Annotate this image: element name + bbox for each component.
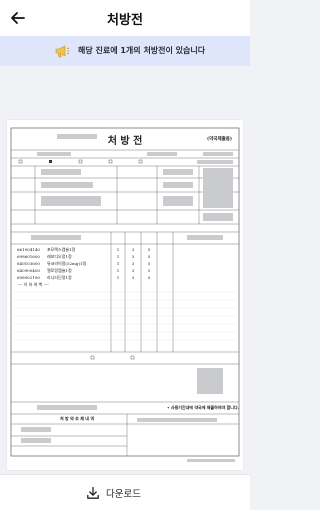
document-title: 처 방 전 (108, 134, 143, 147)
document-note: (약국제출용) (207, 135, 232, 142)
redacted-field (57, 134, 97, 139)
medication-name: 레보디오정1정 (47, 253, 72, 259)
medication-dose: 1 (117, 261, 120, 266)
medication-times: 3 (132, 268, 135, 273)
medication-days: 5 (148, 268, 151, 273)
megaphone-icon (55, 45, 70, 58)
medication-name: 뮤코라이정(52mg)1정 (47, 260, 87, 266)
download-icon (87, 486, 99, 499)
dispensing-section-label: 처 방 약 조 제 내 역 (60, 415, 94, 421)
bottom-bar: 다운로드 (0, 474, 250, 510)
medication-days: 5 (148, 247, 151, 252)
medication-list: 661904140 포모텍스캡슐1정 1 3 5 698601600 레보디오정… (17, 246, 151, 287)
medication-dose: 1 (117, 254, 120, 259)
download-button[interactable]: 다운로드 (86, 483, 166, 503)
info-banner: 해당 진료에 1개의 처방전이 있습니다 (0, 36, 250, 66)
document-viewer[interactable]: 처 방 전 (약국제출용) 661904140 포모텍스캡슐1정 1 3 5 6… (0, 66, 250, 474)
medication-code: 698601600 (17, 254, 40, 259)
medication-name: 포모텍스캡슐1정 (47, 246, 76, 252)
medication-code: 698902190 (17, 275, 40, 280)
medication-code: 640900400 (17, 268, 40, 273)
prescription-form: 처 방 전 (약국제출용) 661904140 포모텍스캡슐1정 1 3 5 6… (10, 127, 240, 462)
medication-dose: 1 (117, 275, 120, 280)
medication-times: 3 (132, 261, 135, 266)
medication-row: 698902190 라니티딘정1정 1 3 5 (17, 274, 151, 280)
medication-row: 661904140 포모텍스캡슐1정 1 3 5 (17, 246, 151, 252)
medication-name: 라니티딘정1정 (47, 274, 72, 280)
medication-row: 640103600 뮤코라이정(52mg)1정 1 3 5 (17, 260, 151, 266)
submission-notice: • 사용기간내에 약국에 제출하여야 합니다. (167, 404, 240, 410)
medication-dose: 1 (117, 268, 120, 273)
banner-message: 해당 진료에 1개의 처방전이 있습니다 (78, 46, 206, 55)
page-title: 처방전 (107, 13, 143, 28)
app-header: 처방전 (0, 0, 250, 36)
download-label: 다운로드 (106, 489, 141, 500)
medication-code: 661904140 (17, 247, 40, 252)
medication-times: 3 (132, 254, 135, 259)
medication-name: 엘로랑캡슐1정 (47, 267, 72, 273)
medication-times: 3 (132, 247, 135, 252)
medication-row: 640900400 엘로랑캡슐1정 1 3 5 (17, 267, 151, 273)
medication-code: 640103600 (17, 261, 40, 266)
medication-row: 698601600 레보디오정1정 1 3 5 (17, 253, 151, 259)
medication-days: 5 (148, 261, 151, 266)
medication-times: 3 (132, 275, 135, 280)
prescription-document: 처 방 전 (약국제출용) 661904140 포모텍스캡슐1정 1 3 5 6… (7, 120, 243, 470)
medication-days: 5 (148, 254, 151, 259)
medication-days: 5 (148, 275, 151, 280)
medication-dose: 1 (117, 247, 120, 252)
list-end-marker: ---- 이 하 여 백 ---- (17, 281, 50, 287)
